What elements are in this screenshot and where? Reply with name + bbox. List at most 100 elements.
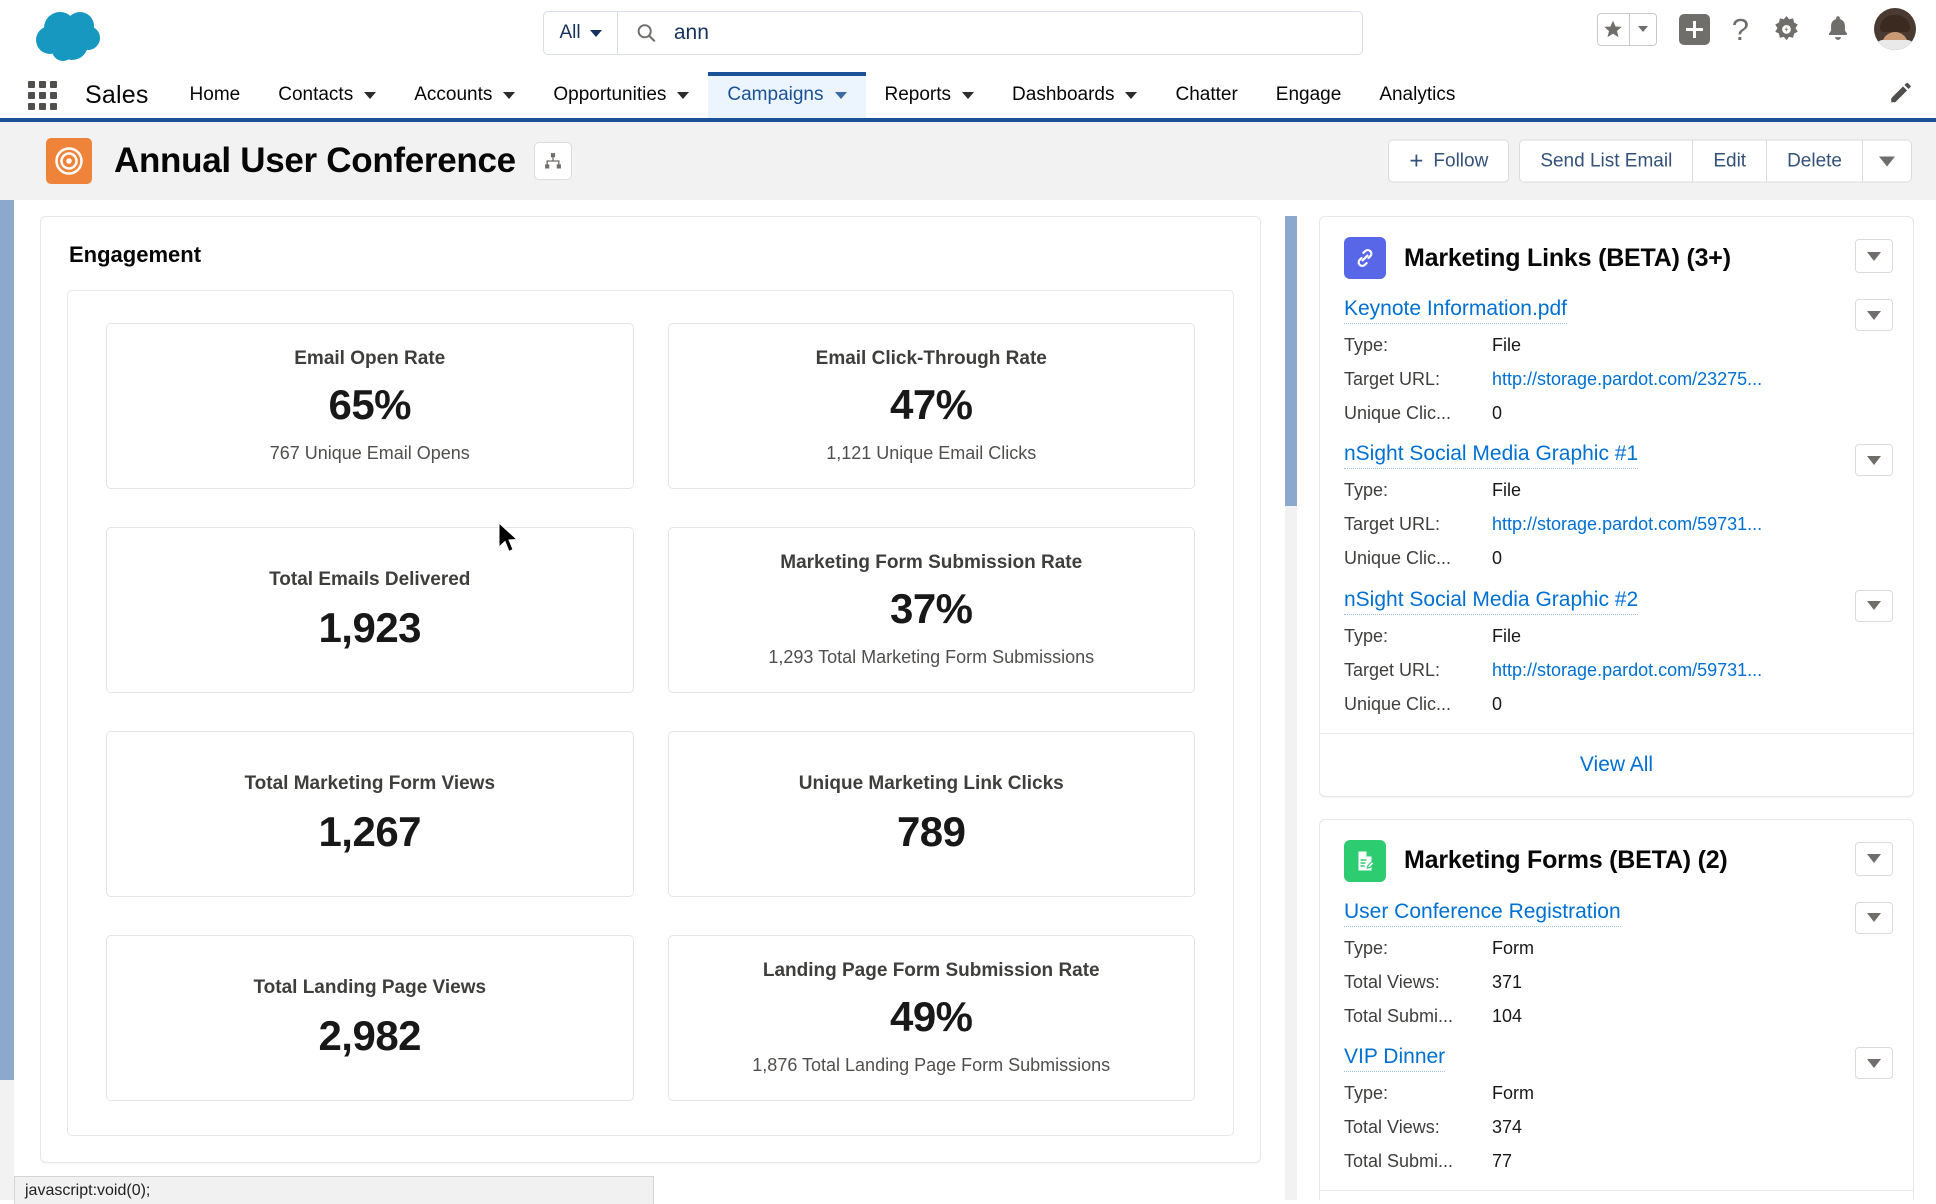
favorites-group[interactable] bbox=[1596, 12, 1657, 46]
metric-tile: Email Open Rate 65% 767 Unique Email Ope… bbox=[106, 323, 634, 489]
field-row: Total Submi... 104 bbox=[1344, 1003, 1891, 1029]
metric-subtext: 1,293 Total Marketing Form Submissions bbox=[768, 646, 1095, 667]
row-actions-button[interactable] bbox=[1855, 589, 1893, 622]
caret-down-icon bbox=[1867, 601, 1881, 611]
app-launcher-waffle-icon bbox=[28, 80, 57, 110]
field-label: Type: bbox=[1344, 480, 1389, 501]
nav-item-dashboards[interactable]: Dashboards bbox=[993, 72, 1156, 118]
favorites-star-icon[interactable] bbox=[1597, 13, 1630, 45]
list-item: nSight Social Media Graphic #2 Type: Fil… bbox=[1320, 588, 1913, 717]
global-search[interactable]: All bbox=[543, 11, 1363, 55]
page-body: Engagement Email Open Rate 65% 767 Uniqu… bbox=[0, 200, 1936, 1200]
field-row: Type: Form bbox=[1344, 935, 1891, 961]
metric-tile: Total Landing Page Views 2,982 bbox=[106, 935, 634, 1101]
metric-label: Landing Page Form Submission Rate bbox=[762, 960, 1100, 982]
field-value: Form bbox=[1492, 937, 1534, 958]
nav-item-campaigns[interactable]: Campaigns bbox=[708, 72, 866, 118]
row-actions-button[interactable] bbox=[1855, 1047, 1893, 1080]
marketing-links-header: Marketing Links (BETA) (3+) bbox=[1320, 217, 1913, 297]
scrollbar-thumb[interactable] bbox=[1285, 216, 1297, 506]
search-field-wrap[interactable] bbox=[618, 12, 1362, 54]
nav-item-label: Reports bbox=[884, 84, 952, 105]
field-label: Type: bbox=[1344, 625, 1389, 646]
salesforce-cloud-logo[interactable] bbox=[30, 6, 116, 66]
list-item: Keynote Information.pdf Type: File Targe… bbox=[1320, 297, 1913, 426]
edit-button[interactable]: Edit bbox=[1693, 139, 1768, 183]
send-list-email-button[interactable]: Send List Email bbox=[1519, 139, 1694, 183]
nav-item-label: Analytics bbox=[1379, 84, 1456, 105]
field-label: Unique Clic... bbox=[1344, 548, 1452, 569]
caret-down-icon bbox=[1867, 1058, 1881, 1068]
metric-value: 1,923 bbox=[318, 603, 422, 651]
metric-value: 2,982 bbox=[318, 1011, 422, 1059]
pencil-edit-icon[interactable] bbox=[1888, 80, 1914, 111]
marketing-forms-panel: Marketing Forms (BETA) (2) User Conferen… bbox=[1319, 818, 1914, 1200]
marketing-form-name[interactable]: VIP Dinner bbox=[1344, 1045, 1446, 1073]
nav-item-chatter[interactable]: Chatter bbox=[1156, 72, 1256, 118]
app-nav-bar: Sales Home Contacts Accounts Opportuniti… bbox=[0, 72, 1936, 122]
search-input[interactable] bbox=[673, 21, 1362, 45]
follow-button[interactable]: + Follow bbox=[1388, 139, 1510, 183]
engagement-metrics-container: Email Open Rate 65% 767 Unique Email Ope… bbox=[67, 290, 1234, 1136]
nav-item-contacts[interactable]: Contacts bbox=[259, 72, 395, 118]
field-label: Target URL: bbox=[1344, 369, 1441, 390]
nav-item-home[interactable]: Home bbox=[171, 72, 260, 118]
delete-button[interactable]: Delete bbox=[1767, 139, 1863, 183]
user-avatar[interactable] bbox=[1874, 8, 1916, 50]
metric-label: Email Open Rate bbox=[294, 348, 446, 370]
search-scope-selector[interactable]: All bbox=[544, 12, 618, 54]
nav-item-label: Opportunities bbox=[553, 84, 667, 105]
metric-label: Unique Marketing Link Clicks bbox=[798, 772, 1064, 794]
favorites-dropdown-icon[interactable] bbox=[1629, 13, 1656, 45]
left-column: Engagement Email Open Rate 65% 767 Uniqu… bbox=[0, 216, 1285, 1200]
row-actions-button[interactable] bbox=[1855, 299, 1893, 331]
field-value-link[interactable]: http://storage.pardot.com/23275... bbox=[1492, 366, 1762, 392]
marketing-link-name[interactable]: nSight Social Media Graphic #2 bbox=[1344, 588, 1639, 615]
global-actions-plus-icon[interactable] bbox=[1678, 13, 1710, 45]
app-launcher-button[interactable] bbox=[28, 72, 71, 118]
field-label: Target URL: bbox=[1344, 514, 1441, 535]
field-label: Type: bbox=[1344, 1083, 1389, 1104]
notifications-bell-icon[interactable] bbox=[1824, 14, 1852, 44]
field-row: Unique Clic... 0 bbox=[1344, 545, 1891, 571]
metric-value: 65% bbox=[328, 381, 412, 429]
nav-item-accounts[interactable]: Accounts bbox=[395, 72, 534, 118]
metric-tile: Marketing Form Submission Rate 37% 1,293… bbox=[667, 527, 1195, 693]
column-scrollbar[interactable] bbox=[1285, 216, 1297, 1200]
field-value-link[interactable]: http://storage.pardot.com/59731... bbox=[1492, 511, 1762, 537]
field-value-link[interactable]: http://storage.pardot.com/59731... bbox=[1492, 657, 1762, 683]
row-actions-button[interactable] bbox=[1855, 901, 1893, 934]
right-column: Marketing Links (BETA) (3+) Keynote Info… bbox=[1297, 216, 1936, 1200]
link-chain-icon bbox=[1344, 237, 1386, 279]
field-value: 77 bbox=[1492, 1151, 1513, 1172]
view-all-link[interactable]: View All bbox=[1580, 753, 1653, 776]
chevron-down-icon bbox=[503, 91, 516, 99]
campaign-target-icon bbox=[46, 138, 92, 184]
marketing-links-menu-button[interactable] bbox=[1855, 239, 1893, 273]
nav-item-analytics[interactable]: Analytics bbox=[1360, 72, 1474, 118]
search-scope-label: All bbox=[559, 22, 581, 43]
field-value: 0 bbox=[1492, 548, 1503, 569]
marketing-link-name[interactable]: nSight Social Media Graphic #1 bbox=[1344, 442, 1639, 470]
marketing-link-name[interactable]: Keynote Information.pdf bbox=[1344, 297, 1567, 324]
nav-item-label: Dashboards bbox=[1012, 84, 1115, 105]
row-actions-button[interactable] bbox=[1855, 444, 1893, 477]
marketing-forms-menu-button[interactable] bbox=[1855, 841, 1893, 876]
hierarchy-icon[interactable] bbox=[533, 142, 572, 180]
caret-down-icon bbox=[1867, 251, 1881, 261]
marketing-form-name[interactable]: User Conference Registration bbox=[1344, 900, 1621, 927]
more-actions-dropdown-button[interactable] bbox=[1863, 139, 1912, 183]
nav-item-label: Contacts bbox=[278, 84, 354, 105]
nav-item-reports[interactable]: Reports bbox=[866, 72, 994, 118]
setup-gear-icon[interactable] bbox=[1771, 14, 1802, 45]
metric-tile: Total Marketing Form Views 1,267 bbox=[106, 731, 634, 897]
search-icon bbox=[637, 24, 656, 42]
nav-item-engage[interactable]: Engage bbox=[1257, 72, 1361, 118]
chevron-down-icon bbox=[1125, 91, 1138, 99]
record-header: Annual User Conference + Follow Send Lis… bbox=[0, 122, 1936, 200]
nav-item-label: Home bbox=[189, 84, 241, 105]
help-icon[interactable]: ? bbox=[1732, 14, 1749, 45]
engagement-metrics-grid: Email Open Rate 65% 767 Unique Email Ope… bbox=[106, 323, 1195, 1101]
nav-item-opportunities[interactable]: Opportunities bbox=[534, 72, 708, 118]
metric-label: Email Click-Through Rate bbox=[815, 348, 1047, 370]
